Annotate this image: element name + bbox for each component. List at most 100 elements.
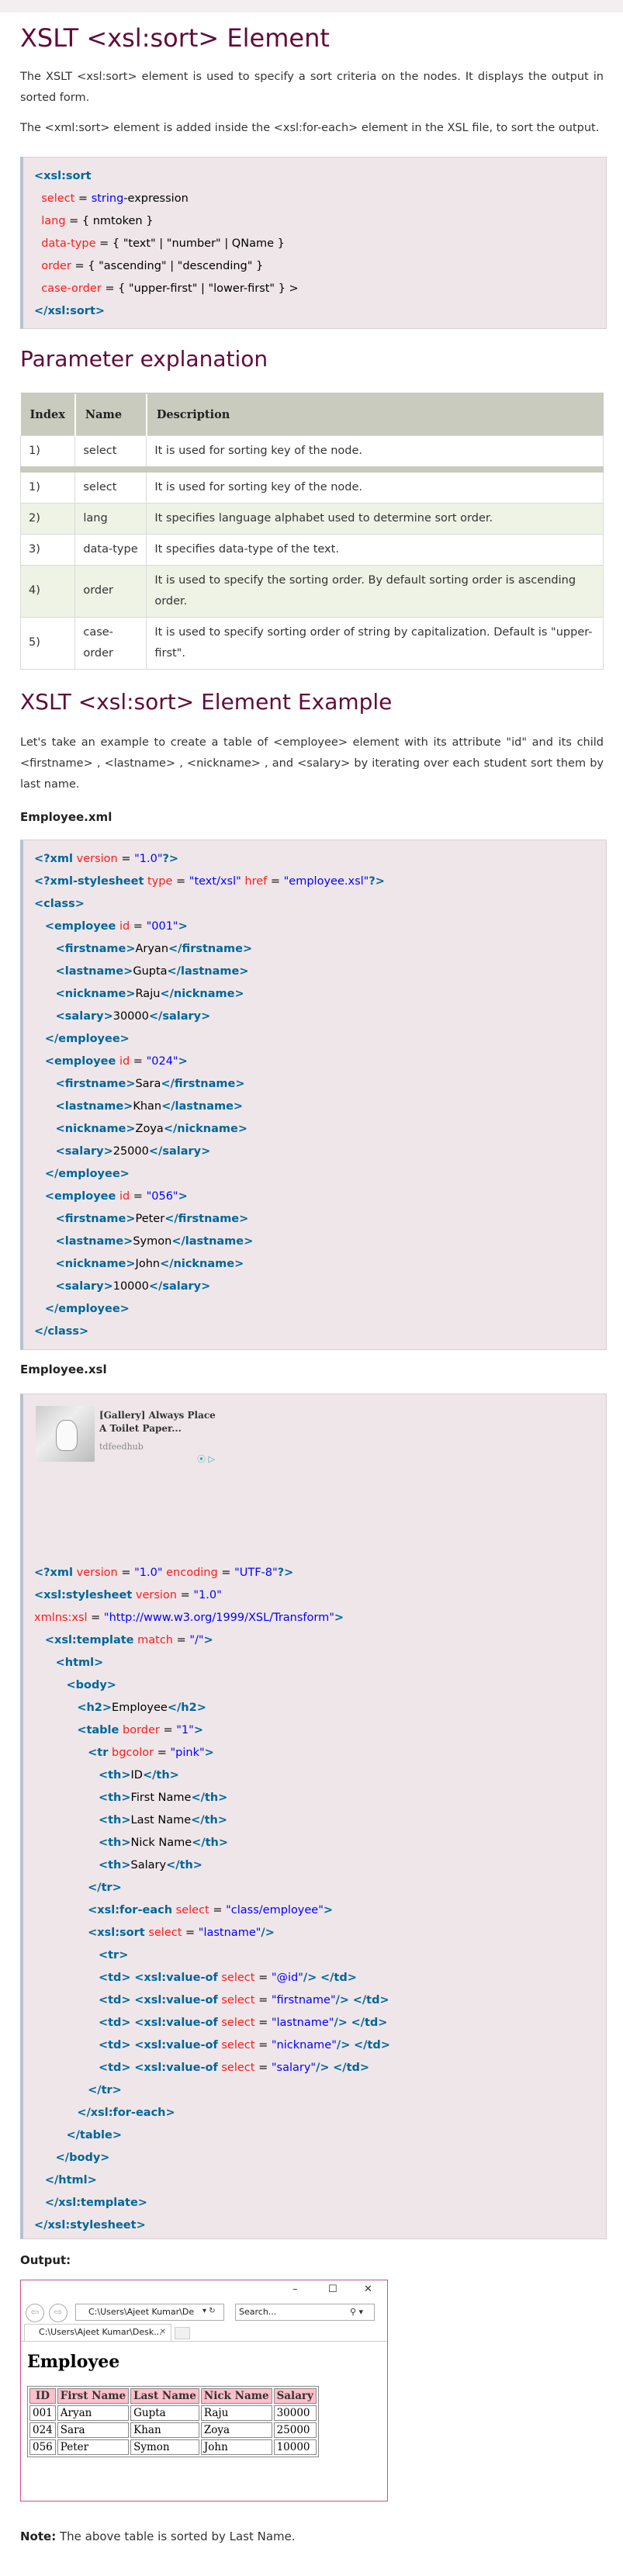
code-line: <table border = "1"> [34,1719,595,1742]
page-title: XSLT <xsl:sort> Element [20,23,330,53]
code-text: = [172,875,189,888]
code-line: data-type = { "text" | "number" | QName … [34,233,595,255]
code-line: </tr> [34,2079,595,2102]
refresh-icon[interactable]: ▾ ↻ [202,2307,216,2315]
ad-choices-icon[interactable]: ⦿ ▷ [197,1452,215,1465]
code-attribute: match [137,1634,173,1646]
new-tab-button[interactable] [175,2327,190,2339]
code-text: Salary [130,1859,167,1871]
code-tag: <employee [44,920,116,933]
code-string: "056" [146,1190,178,1203]
code-tag: ?> [162,853,179,865]
code-line: </body> [34,2147,595,2169]
close-icon[interactable]: ✕ [364,2283,372,2295]
table-cell: 2) [19,502,76,535]
code-tag: <employee [44,1055,116,1068]
code-tag: /> [336,2039,351,2051]
table-row: 2) lang It specifies language alphabet u… [19,502,604,535]
code-tag: <nickname> [55,988,136,1000]
code-text: = [130,920,147,933]
code-tag: </td> [353,2039,390,2051]
code-tag: <firstname> [55,943,136,955]
maximize-icon[interactable]: ☐ [328,2283,337,2295]
code-attribute: id [119,1055,130,1068]
code-tag: <td> [98,2039,131,2051]
ad-thumbnail-image[interactable] [36,1406,95,1462]
output-table-row: 024 Sara Khan Zoya 25000 [29,2422,317,2438]
code-tag: </firstname> [164,1213,249,1225]
output-cell: Gupta [130,2405,199,2421]
code-text: = [74,192,92,205]
code-text: = { "upper-first" | "lower-first" } > [101,282,299,295]
code-tag: <th> [98,1814,131,1826]
code-attribute: bgcolor [111,1747,154,1759]
code-attribute: order [41,260,71,272]
code-line: <th>ID</th> [34,1764,595,1787]
page: XSLT <xsl:sort> Element The XSLT <xsl:so… [0,0,623,2576]
code-tag: <nickname> [55,1258,136,1270]
table-cell: 1) [19,435,76,469]
code-tag: > [203,1634,213,1646]
code-text: 25000 [112,1145,149,1158]
minimize-icon[interactable]: – [292,2283,298,2295]
advertisement[interactable]: [Gallery] Always Place A Toilet Paper...… [36,1406,222,1465]
column-header-index: Index [20,393,75,435]
code-line: lang = { nmtoken } [34,210,595,233]
code-tag: <xsl:stylesheet [34,1589,133,1601]
ad-title[interactable]: [Gallery] Always Place A Toilet Paper... [99,1409,216,1435]
code-tag: </body> [55,2152,110,2164]
code-line: </class> [34,1321,595,1343]
browser-tab[interactable]: C:\Users\Ajeet Kumar\Desk... ✕ [24,2324,171,2341]
code-attribute: select [221,2039,255,2051]
output-cell: Zoya [200,2422,272,2438]
code-tag: <employee [44,1190,116,1203]
code-line: <xsl:sort [34,165,595,188]
code-attribute: xmlns:xsl [34,1612,88,1624]
code-string: "024" [146,1055,178,1068]
ad-source: tdfeedhub [99,1442,144,1452]
code-line: order = { "ascending" | "descending" } [34,255,595,278]
back-icon[interactable]: ⇦ [26,2304,44,2322]
xsl-code-block: <?xml version = "1.0" encoding = "UTF-8"… [20,1394,607,2239]
table-cell: 1) [19,466,76,504]
code-tag: <nickname> [55,1123,136,1135]
output-cell: Symon [130,2439,199,2455]
output-cell: Aryan [57,2405,130,2421]
code-string: "firstname" [271,1994,336,2006]
code-tag: <?xml [34,853,73,865]
employee-xsl-label: Employee.xsl [20,1362,107,1376]
code-tag: </td> [320,1972,357,1984]
code-text: = [254,2039,272,2051]
code-line: <nickname>John</nickname> [34,1253,595,1276]
code-line: xmlns:xsl = "http://www.w3.org/1999/XSL/… [34,1607,595,1629]
search-icon[interactable]: ⚲ ▾ [350,2307,363,2317]
tab-close-icon[interactable]: ✕ [160,2325,166,2340]
code-tag: > [193,1724,203,1736]
code-tag: </h2> [167,1702,206,1714]
code-attribute: version [76,1567,118,1579]
code-text: = [217,1567,235,1579]
code-tag: <xsl:value-of [134,2062,218,2074]
forward-icon[interactable]: ⇨ [49,2304,67,2322]
